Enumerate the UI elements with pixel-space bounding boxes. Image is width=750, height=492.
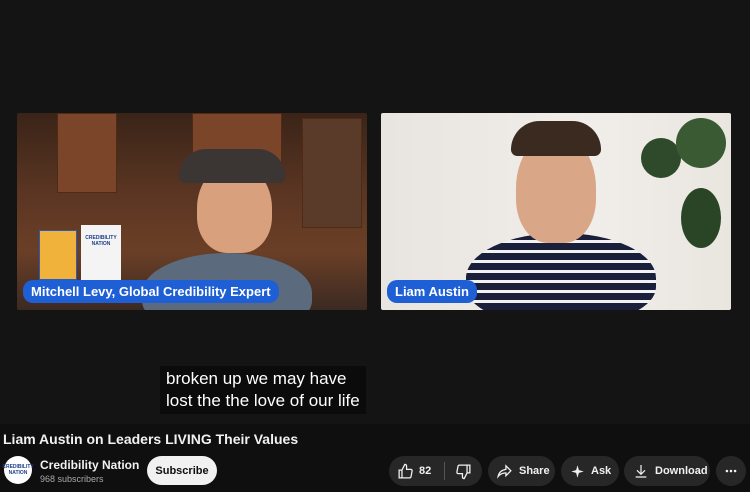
ask-button[interactable]: Ask <box>561 456 619 486</box>
hat <box>179 149 285 183</box>
share-label: Share <box>519 465 550 477</box>
share-button[interactable]: Share <box>488 456 555 486</box>
thumbs-down-icon <box>455 463 472 480</box>
book-cover: CREDIBILITY NATION <box>81 225 121 281</box>
like-count: 82 <box>419 465 432 477</box>
like-button[interactable]: 82 <box>389 456 444 486</box>
hair <box>511 121 601 156</box>
channel-avatar[interactable]: CREDIBILITY NATION <box>2 456 34 484</box>
video-panel-mitchell: CREDIBILITY NATION Mitchell Levy, Global… <box>17 113 367 310</box>
name-tag-mitchell: Mitchell Levy, Global Credibility Expert <box>23 280 279 303</box>
share-icon <box>496 463 513 480</box>
thumbs-up-icon <box>397 463 414 480</box>
like-dislike-group: 82 <box>389 456 482 486</box>
book-cover <box>39 230 77 280</box>
subscribe-button[interactable]: Subscribe <box>147 456 217 485</box>
cabinet <box>57 113 117 193</box>
download-label: Download <box>655 465 708 477</box>
video-title: Liam Austin on Leaders LIVING Their Valu… <box>3 431 299 447</box>
channel-row: CREDIBILITY NATION Credibility Nation 96… <box>0 455 750 487</box>
grandfather-clock <box>302 118 362 228</box>
channel-name[interactable]: Credibility Nation <box>40 458 139 472</box>
sparkle-icon <box>570 464 585 479</box>
caption-line: broken up we may have <box>166 369 347 388</box>
plant <box>631 118 731 268</box>
striped-shirt <box>466 233 656 310</box>
more-icon <box>724 464 738 478</box>
ask-label: Ask <box>591 465 612 477</box>
video-panel-liam: Liam Austin <box>381 113 731 310</box>
download-button[interactable]: Download <box>624 456 710 486</box>
caption: broken up we may have lost the the love … <box>160 366 366 414</box>
video-player[interactable]: CREDIBILITY NATION Mitchell Levy, Global… <box>0 0 750 424</box>
more-button[interactable] <box>716 456 746 486</box>
download-icon <box>633 463 649 479</box>
dislike-button[interactable] <box>445 456 482 486</box>
subscriber-count: 968 subscribers <box>40 474 104 484</box>
caption-line: lost the the love of our life <box>166 391 360 410</box>
name-tag-liam: Liam Austin <box>387 280 477 303</box>
